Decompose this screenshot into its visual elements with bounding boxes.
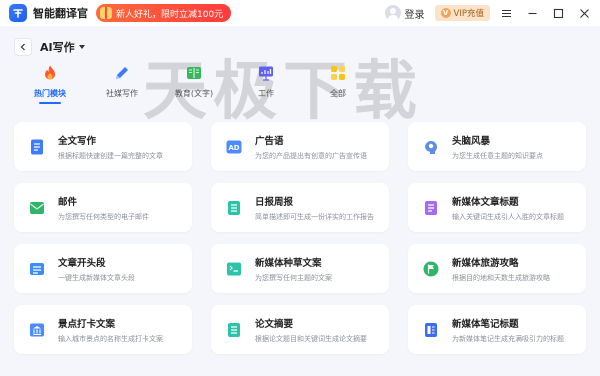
back-button[interactable] [14, 38, 32, 56]
card-ad-slogan[interactable]: AD 广告语为您的产品提出有创意的广告宣传语 [211, 122, 389, 171]
card-travel-guide[interactable]: 新媒体旅游攻略根据目的地和天数生成旅游攻略 [408, 244, 586, 293]
card-desc: 为您撰写任何类型的电子邮件 [58, 212, 149, 221]
flame-icon [41, 64, 59, 82]
app-name: 智能翻译官 [33, 7, 88, 20]
category-tabs: 热门模块 社媒写作 教育(文字) 工作 全部 [14, 64, 374, 104]
card-desc: 根据目的地和天数生成旅游攻略 [452, 273, 550, 282]
svg-text:AD: AD [228, 144, 239, 152]
gift-icon [100, 7, 112, 19]
card-title: 景点打卡文案 [58, 318, 116, 330]
tab-indicator [111, 102, 133, 104]
caret-down-icon[interactable] [78, 45, 85, 49]
card-daily-report[interactable]: 日报周报简单描述即可生成一份详实的工作报告 [211, 183, 389, 232]
card-title: 日报周报 [255, 196, 294, 208]
card-email[interactable]: 邮件为您撰写任何类型的电子邮件 [14, 183, 192, 232]
login-button[interactable]: 登录 [405, 6, 425, 21]
chart-board-icon [257, 64, 275, 82]
promo-banner[interactable]: 新人好礼，限时立减100元 [96, 4, 232, 22]
tab-education[interactable]: 教育(文字) [158, 64, 230, 104]
card-title: 文章开头段 [58, 257, 106, 269]
minimize-button[interactable] [522, 3, 542, 23]
tab-label: 全部 [330, 89, 346, 98]
vip-label: VIP充值 [453, 9, 484, 19]
tab-indicator [327, 102, 349, 104]
report-icon [225, 199, 243, 217]
card-desc: 输入关键词生成引人入胜的文章标题 [452, 212, 564, 221]
abstract-icon [225, 321, 243, 339]
landmark-icon [28, 321, 46, 339]
card-desc: 为您的产品提出有创意的广告宣传语 [255, 151, 367, 160]
maximize-icon [553, 8, 563, 18]
card-title: 新媒体种草文案 [255, 257, 322, 269]
card-desc: 一键生成新媒体文章头段 [58, 273, 135, 282]
app-logo-icon [9, 4, 27, 22]
headline-icon [422, 199, 440, 217]
card-title: 头脑风暴 [452, 135, 491, 147]
tab-social[interactable]: 社媒写作 [86, 64, 158, 104]
avatar[interactable] [384, 5, 401, 21]
tab-hot[interactable]: 热门模块 [14, 64, 86, 104]
page-header: AI写作 [14, 38, 85, 56]
close-button[interactable] [574, 3, 594, 23]
card-desc: 简单描述即可生成一份详实的工作报告 [255, 212, 374, 221]
seed-icon [225, 260, 243, 278]
pen-icon [113, 64, 131, 82]
card-title: 邮件 [58, 196, 78, 208]
brain-icon [422, 138, 440, 156]
mail-icon [28, 199, 46, 217]
document-icon [28, 138, 46, 156]
card-opening-paragraph[interactable]: 文章开头段一键生成新媒体文章头段 [14, 244, 192, 293]
menu-button[interactable] [496, 3, 516, 23]
close-icon [579, 8, 589, 18]
vip-recharge-button[interactable]: V VIP充值 [434, 5, 490, 21]
card-title: 新媒体笔记标题 [452, 318, 519, 330]
card-title: 广告语 [255, 135, 284, 147]
card-brainstorm[interactable]: 头脑风暴为您生成任意主题的知识要点 [408, 122, 586, 171]
card-full-text[interactable]: 全文写作根据标题快速创建一篇完整的文章 [14, 122, 192, 171]
card-desc: 为您生成任意主题的知识要点 [452, 151, 543, 160]
tab-label: 热门模块 [34, 89, 66, 98]
tab-work[interactable]: 工作 [230, 64, 302, 104]
card-title: 新媒体旅游攻略 [452, 257, 519, 269]
page-title[interactable]: AI写作 [40, 39, 75, 55]
hamburger-icon [501, 9, 511, 17]
card-title: 新媒体文章标题 [452, 196, 519, 208]
card-title: 论文摘要 [255, 318, 294, 330]
flag-icon [422, 260, 440, 278]
card-checkin-copy[interactable]: 景点打卡文案输入城市景点的名称生成打卡文案 [14, 305, 192, 354]
tab-active-indicator [39, 102, 61, 104]
tab-all[interactable]: 全部 [302, 64, 374, 104]
tab-label: 教育(文字) [174, 89, 214, 98]
vip-badge-icon: V [440, 8, 451, 18]
paragraph-icon [28, 260, 46, 278]
book-icon [185, 64, 203, 82]
chevron-left-icon [20, 43, 25, 51]
tab-label: 工作 [258, 89, 274, 98]
card-paper-abstract[interactable]: 论文摘要根据论文题目和关键词生成论文摘要 [211, 305, 389, 354]
promo-text: 新人好礼，限时立减100元 [116, 9, 224, 20]
card-article-title[interactable]: 新媒体文章标题输入关键词生成引人入胜的文章标题 [408, 183, 586, 232]
main-content: 天极下载 AI写作 热门模块 社媒写作 教育(文字) 工作 全部 全文写作 根据… [0, 26, 600, 376]
card-desc: 为您撰写任何主题的文案 [255, 273, 332, 282]
tab-indicator [183, 102, 205, 104]
title-bar: 智能翻译官 新人好礼，限时立减100元 登录 V VIP充值 [0, 0, 600, 26]
card-note-title[interactable]: 新媒体笔记标题为新媒体笔记生成充满吸引力的标题 [408, 305, 586, 354]
card-desc: 为新媒体笔记生成充满吸引力的标题 [452, 334, 564, 343]
ad-icon: AD [225, 138, 243, 156]
card-title: 全文写作 [58, 135, 97, 147]
tab-label: 社媒写作 [106, 89, 138, 98]
card-seeding-copy[interactable]: 新媒体种草文案为您撰写任何主题的文案 [211, 244, 389, 293]
card-desc: 根据论文题目和关键词生成论文摘要 [255, 334, 367, 343]
card-desc: 根据标题快速创建一篇完整的文章 [58, 151, 163, 160]
maximize-button[interactable] [548, 3, 568, 23]
tab-indicator [255, 102, 277, 104]
grid-icon [329, 64, 347, 82]
note-icon [422, 321, 440, 339]
minimize-icon [528, 12, 536, 14]
card-desc: 输入城市景点的名称生成打卡文案 [58, 334, 163, 343]
